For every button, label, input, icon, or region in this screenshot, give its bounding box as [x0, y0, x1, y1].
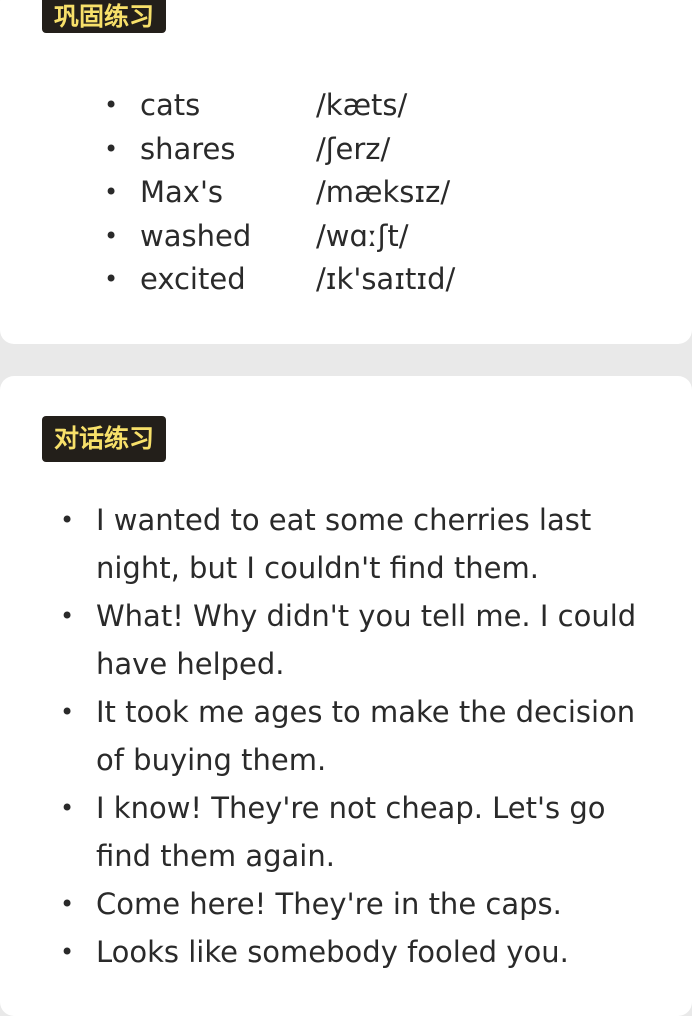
vocabulary-phonetic: /mæksɪz/	[316, 175, 451, 209]
dialogue-list: • I wanted to eat some cherries last nig…	[60, 496, 660, 976]
vocabulary-word: cats	[140, 88, 201, 122]
vocabulary-word: shares	[140, 131, 236, 166]
dialogue-text: Looks like somebody fooled you.	[96, 935, 569, 969]
vocabulary-word: excited	[140, 262, 246, 296]
vocabulary-phonetic: /wɑːʃt/	[316, 218, 409, 253]
dialogue-line: • I know! They're not cheap. Let's go fi…	[60, 784, 660, 880]
dialogue-text: I wanted to eat some cherries last night…	[96, 503, 592, 585]
bullet-icon: •	[104, 91, 119, 119]
dialogue-line: • It took me ages to make the decision o…	[60, 688, 660, 784]
bullet-icon: •	[60, 602, 75, 630]
bullet-icon: •	[60, 794, 75, 822]
vocabulary-phonetic: /ʃerz/	[316, 131, 391, 166]
bullet-icon: •	[60, 938, 75, 966]
vocabulary-word: washed	[140, 218, 252, 253]
dialogue-text: Come here! They're in the caps.	[96, 887, 562, 921]
vocabulary-phonetic: /kæts/	[316, 88, 408, 122]
dialogue-section-badge: 对话练习	[42, 416, 167, 462]
review-section-badge: 巩固练习	[42, 0, 167, 33]
dialogue-text: What! Why didn't you tell me. I could ha…	[96, 599, 637, 681]
dialogue-line: • I wanted to eat some cherries last nig…	[60, 496, 660, 592]
bullet-icon: •	[60, 698, 75, 726]
dialogue-text: I know! They're not cheap. Let's go find…	[96, 791, 606, 873]
dialogue-line: • What! Why didn't you tell me. I could …	[60, 592, 660, 688]
vocabulary-word: Max's	[140, 175, 224, 209]
bullet-icon: •	[104, 178, 119, 206]
bullet-icon: •	[104, 221, 119, 250]
vocabulary-phonetic: /ɪk'saɪtɪd/	[316, 262, 456, 296]
dialogue-line: • Looks like somebody fooled you.	[60, 928, 660, 976]
bullet-icon: •	[60, 506, 75, 534]
dialogue-line: • Come here! They're in the caps.	[60, 880, 660, 928]
bullet-icon: •	[104, 134, 119, 163]
dialogue-text: It took me ages to make the decision of …	[96, 695, 636, 777]
bullet-icon: •	[104, 265, 119, 293]
bullet-icon: •	[60, 890, 75, 918]
